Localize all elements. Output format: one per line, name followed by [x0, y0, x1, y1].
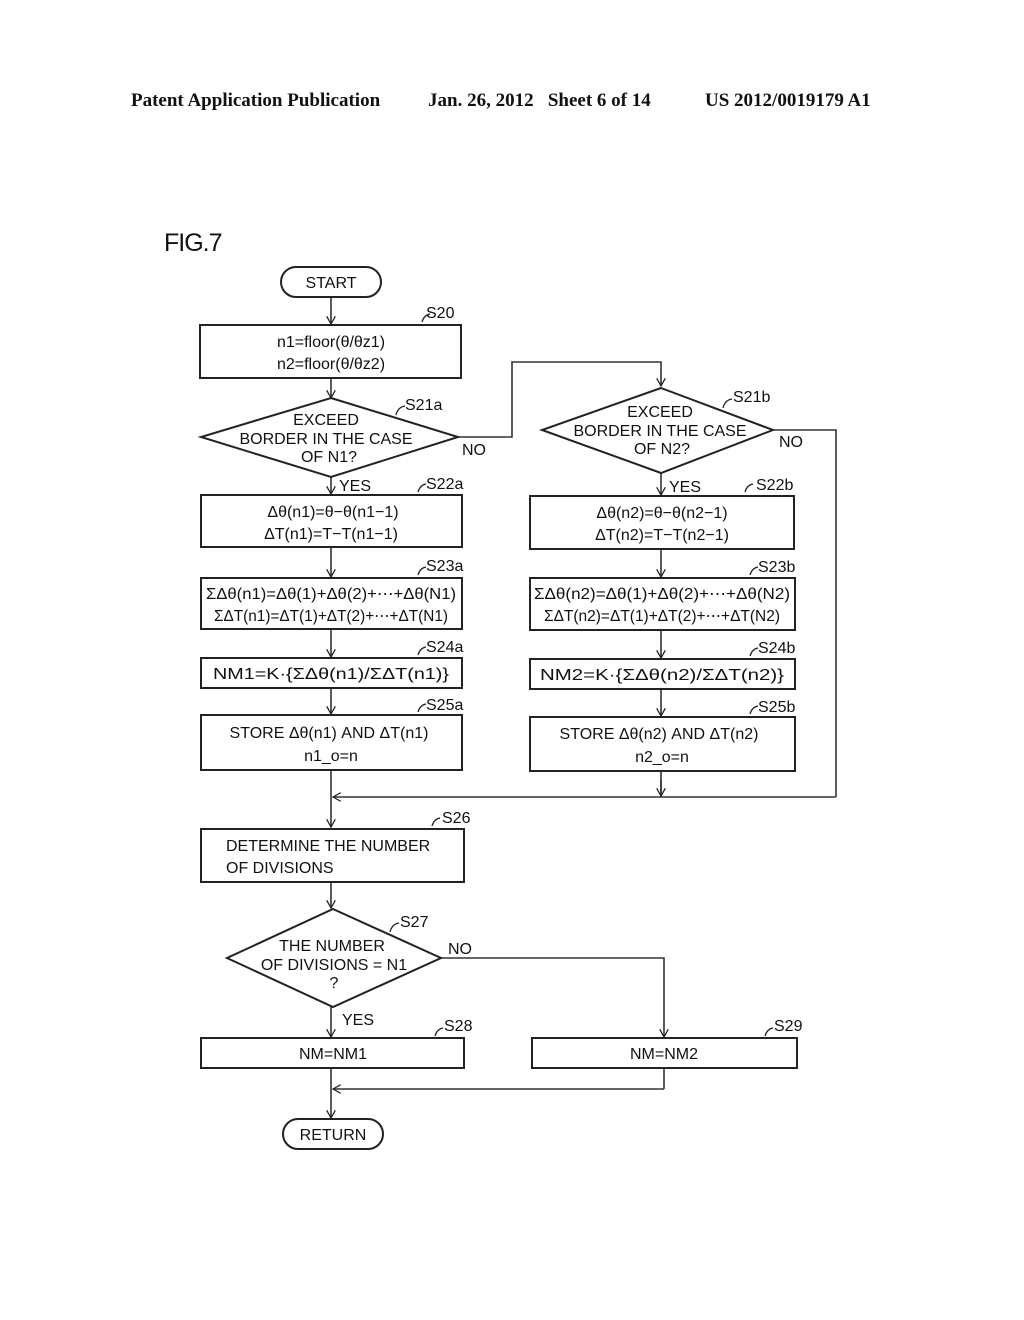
- node-s24b: NM2=K·{ΣΔθ(n2)/ΣΔT(n2)} S24b: [529, 640, 796, 690]
- s23a-line-1: ΣΔθ(n1)=Δθ(1)+Δθ(2)+⋯+Δθ(N1): [206, 586, 456, 603]
- s27-line-2: OF DIVISIONS = N1: [261, 957, 407, 974]
- node-s29: NM=NM2 S29: [531, 1018, 803, 1069]
- node-start: START: [280, 266, 382, 298]
- s20-line-1: n1=floor(θ/θz1): [277, 334, 385, 351]
- s27-step-label: S27: [400, 914, 429, 931]
- s25a-line-2: n1_o=n: [304, 748, 358, 765]
- s20-line-2: n2=floor(θ/θz2): [277, 356, 385, 373]
- edge-s27-no-s29: [441, 957, 664, 1037]
- s27-line-3: ?: [330, 975, 339, 992]
- node-s25a: STORE Δθ(n1) AND ΔT(n1) n1_o=n S25a: [200, 697, 463, 771]
- s28-step-label: S28: [444, 1018, 473, 1035]
- s25a-line-1: STORE Δθ(n1) AND ΔT(n1): [230, 725, 429, 742]
- s23b-line-1: ΣΔθ(n2)=Δθ(1)+Δθ(2)+⋯+Δθ(N2): [534, 586, 790, 603]
- s21a-step-label: S21a: [405, 397, 442, 414]
- s22a-line-1: Δθ(n1)=θ−θ(n1−1): [267, 504, 398, 521]
- node-s28: NM=NM1 S28: [200, 1018, 473, 1069]
- s26-line-2: OF DIVISIONS: [226, 860, 334, 877]
- s21a-no-label: NO: [462, 442, 486, 459]
- s20-step-label: S20: [426, 305, 455, 322]
- node-s23b: ΣΔθ(n2)=Δθ(1)+Δθ(2)+⋯+Δθ(N2) ΣΔT(n2)=ΔT(…: [529, 559, 796, 631]
- start-text: START: [306, 275, 357, 292]
- s27-yes-label: YES: [342, 1012, 374, 1029]
- s23b-line-2: ΣΔT(n2)=ΔT(1)+ΔT(2)+⋯+ΔT(N2): [544, 608, 780, 625]
- s21b-line-3: OF N2?: [634, 441, 690, 458]
- s24b-step-label: S24b: [758, 640, 795, 657]
- s29-step-label: S29: [774, 1018, 803, 1035]
- s24a-line-1: NM1=K·{ΣΔθ(n1)/ΣΔT(n1)}: [213, 666, 450, 683]
- flowchart: START n1=floor(θ/θz1) n2=floor(θ/θz2) S2…: [197, 266, 837, 1150]
- s23a-line-2: ΣΔT(n1)=ΔT(1)+ΔT(2)+⋯+ΔT(N1): [214, 608, 448, 625]
- s21b-no-label: NO: [779, 434, 803, 451]
- s27-no-label: NO: [448, 941, 472, 958]
- node-s25b: STORE Δθ(n2) AND ΔT(n2) n2_o=n S25b: [529, 699, 796, 772]
- s25b-line-2: n2_o=n: [635, 749, 689, 766]
- s22b-line-1: Δθ(n2)=θ−θ(n2−1): [596, 505, 727, 522]
- return-text: RETURN: [300, 1127, 367, 1144]
- s29-line-1: NM=NM2: [630, 1046, 698, 1063]
- s21b-line-1: EXCEED: [627, 404, 693, 421]
- s21b-step-label: S21b: [733, 389, 770, 406]
- s22b-step-label: S22b: [756, 477, 793, 494]
- s21a-line-2: BORDER IN THE CASE: [239, 431, 412, 448]
- node-s22b: Δθ(n2)=θ−θ(n2−1) ΔT(n2)=T−T(n2−1) S22b: [529, 477, 795, 550]
- s21a-line-1: EXCEED: [293, 412, 359, 429]
- node-s22a: Δθ(n1)=θ−θ(n1−1) ΔT(n1)=T−T(n1−1) S22a: [200, 476, 463, 548]
- node-return: RETURN: [282, 1118, 384, 1150]
- s28-line-1: NM=NM1: [299, 1046, 367, 1063]
- node-s24a: NM1=K·{ΣΔθ(n1)/ΣΔT(n1)} S24a: [200, 639, 463, 689]
- s21a-yes-label: YES: [339, 478, 371, 495]
- node-s27: THE NUMBER OF DIVISIONS = N1 ? S27 NO YE…: [224, 907, 472, 1029]
- s23b-step-label: S23b: [758, 559, 795, 576]
- s25a-step-label: S25a: [426, 697, 463, 714]
- s22a-step-label: S22a: [426, 476, 463, 493]
- s25b-step-label: S25b: [758, 699, 795, 716]
- s23a-step-label: S23a: [426, 558, 463, 575]
- s27-line-1: THE NUMBER: [279, 938, 385, 955]
- s22a-line-2: ΔT(n1)=T−T(n1−1): [264, 526, 398, 543]
- s24b-line-1: NM2=K·{ΣΔθ(n2)/ΣΔT(n2)}: [540, 667, 785, 684]
- node-s23a: ΣΔθ(n1)=Δθ(1)+Δθ(2)+⋯+Δθ(N1) ΣΔT(n1)=ΔT(…: [200, 558, 463, 630]
- s26-step-label: S26: [442, 810, 471, 827]
- s21b-yes-label: YES: [669, 479, 701, 496]
- s25b-line-1: STORE Δθ(n2) AND ΔT(n2): [560, 726, 759, 743]
- s21b-line-2: BORDER IN THE CASE: [573, 423, 746, 440]
- s24a-step-label: S24a: [426, 639, 463, 656]
- s22b-line-2: ΔT(n2)=T−T(n2−1): [595, 527, 729, 544]
- s21a-line-3: OF N1?: [301, 449, 357, 466]
- node-s26: DETERMINE THE NUMBER OF DIVISIONS S26: [200, 810, 471, 883]
- s26-line-1: DETERMINE THE NUMBER: [226, 838, 430, 855]
